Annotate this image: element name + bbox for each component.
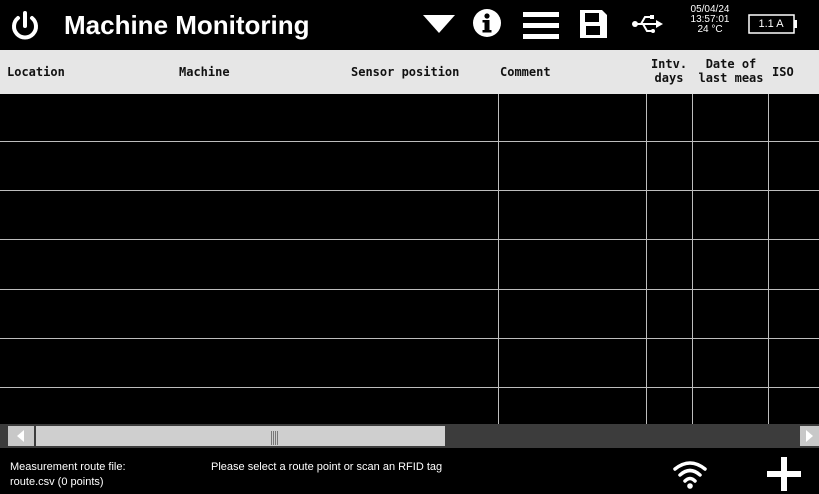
row-divider bbox=[0, 338, 819, 339]
status-readout: 05/04/24 13:57:01 24 °C bbox=[686, 5, 734, 35]
title-bar: Machine Monitoring 05/04/24 13:57:01 24 … bbox=[0, 0, 819, 50]
scroll-left-button[interactable] bbox=[8, 426, 34, 446]
column-header-machine[interactable]: Machine bbox=[179, 65, 230, 79]
horizontal-scrollbar[interactable] bbox=[0, 424, 819, 448]
row-divider bbox=[0, 190, 819, 191]
column-header-interval-line1: Intv. bbox=[650, 57, 688, 71]
grip-icon bbox=[271, 431, 278, 445]
row-divider bbox=[0, 141, 819, 142]
dropdown-arrow-icon[interactable] bbox=[423, 15, 455, 35]
save-icon[interactable] bbox=[578, 8, 608, 40]
add-icon[interactable] bbox=[766, 456, 802, 492]
scroll-right-button[interactable] bbox=[800, 426, 819, 446]
scrollbar-thumb[interactable] bbox=[36, 426, 445, 446]
menu-icon[interactable] bbox=[523, 10, 559, 40]
rfid-scan-icon[interactable] bbox=[672, 458, 708, 490]
row-divider bbox=[0, 289, 819, 290]
column-divider bbox=[768, 94, 769, 424]
column-divider bbox=[646, 94, 647, 424]
column-divider bbox=[692, 94, 693, 424]
temperature-text: 24 °C bbox=[697, 24, 723, 35]
chevron-left-icon bbox=[17, 430, 24, 442]
chevron-right-icon bbox=[806, 430, 813, 442]
column-header-location[interactable]: Location bbox=[7, 65, 65, 79]
column-header-date-last-meas[interactable]: Date of last meas bbox=[693, 57, 769, 85]
route-file-value: route.csv (0 points) bbox=[10, 476, 104, 488]
table-body[interactable] bbox=[0, 94, 819, 424]
column-divider bbox=[498, 94, 499, 424]
row-divider bbox=[0, 387, 819, 388]
column-header-sensor-position[interactable]: Sensor position bbox=[351, 65, 459, 79]
column-header-date-line1: Date of bbox=[705, 57, 757, 71]
column-header-interval-line2: days bbox=[654, 71, 684, 85]
status-message: Please select a route point or scan an R… bbox=[211, 461, 443, 473]
page-title: Machine Monitoring bbox=[64, 10, 310, 40]
battery-current-text: 1.1 A bbox=[758, 18, 784, 30]
table-header: Location Machine Sensor position Comment… bbox=[0, 50, 819, 94]
column-header-date-line2: last meas bbox=[698, 71, 764, 85]
usb-icon bbox=[632, 15, 663, 33]
route-file-label: Measurement route file: bbox=[10, 461, 126, 473]
footer: Measurement route file: route.csv (0 poi… bbox=[0, 448, 819, 494]
column-header-iso[interactable]: ISO bbox=[772, 65, 794, 79]
info-icon[interactable] bbox=[472, 8, 502, 38]
power-icon[interactable] bbox=[8, 9, 42, 43]
row-divider bbox=[0, 239, 819, 240]
column-header-comment[interactable]: Comment bbox=[500, 65, 551, 79]
column-header-interval-days[interactable]: Intv. days bbox=[646, 57, 692, 85]
